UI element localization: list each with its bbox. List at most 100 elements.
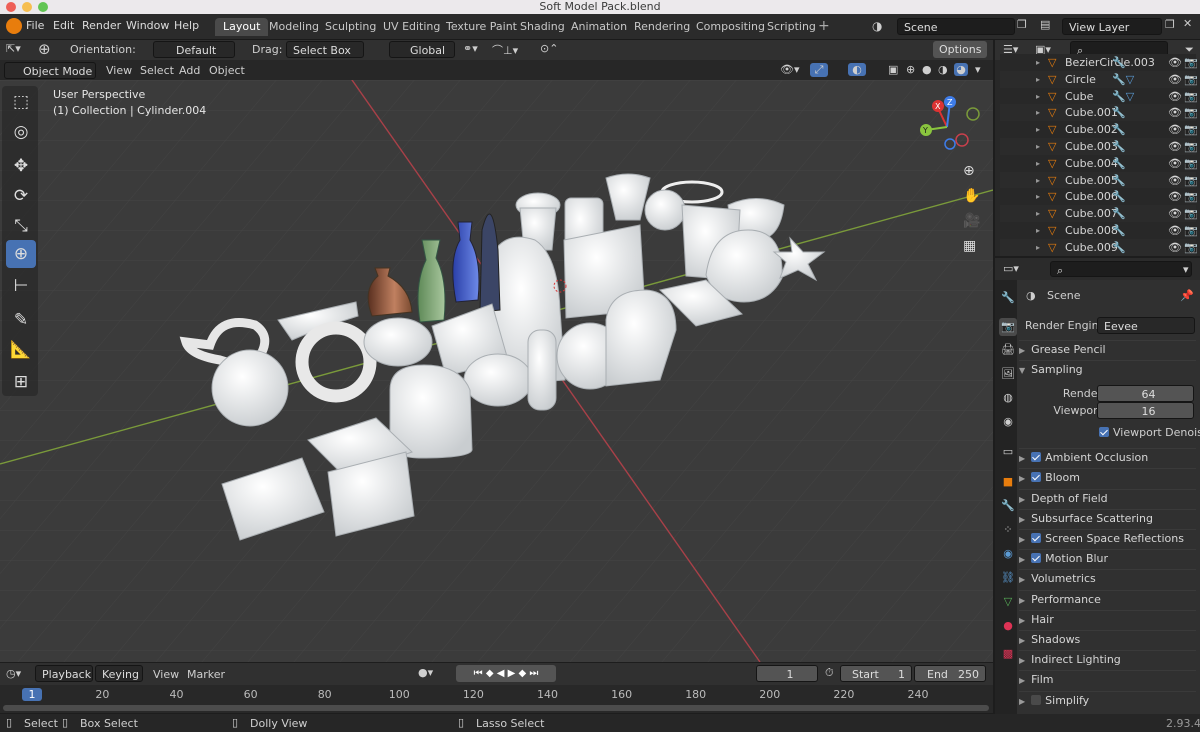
camera-icon[interactable]: 📷 [1184,222,1198,239]
eye-icon[interactable]: 👁 [1168,104,1182,121]
expand-icon[interactable]: ▶ [1019,616,1025,625]
measure-tool-icon[interactable]: 📐 [6,336,36,364]
timeline-scrollbar[interactable] [3,705,989,711]
view-layer-tab-icon[interactable]: 🖼 [999,365,1017,383]
eye-icon[interactable]: 👁 [1168,188,1182,205]
modifier-icon[interactable]: 🔧 [1112,54,1126,71]
menu-render[interactable]: Render [82,19,121,32]
expand-icon[interactable]: ▸ [1036,138,1040,155]
render-samples-field[interactable]: 64 [1097,385,1194,403]
expand-icon[interactable]: ▶ [1019,697,1025,706]
physics-tab-icon[interactable]: ◉ [999,545,1017,563]
transform-tool-icon[interactable]: ⊕ [6,240,36,268]
panel-checkbox[interactable] [1031,472,1042,483]
camera-icon[interactable]: 📷 [1184,104,1198,121]
expand-icon[interactable]: ▶ [1019,535,1025,544]
modifier-icon[interactable]: 🔧 [1112,222,1126,239]
modifier-icon[interactable]: 🔧▽ [1112,71,1134,88]
panel-checkbox[interactable] [1031,533,1042,543]
object-tab-icon[interactable]: ■ [999,473,1017,491]
eye-icon[interactable]: 👁 [1168,88,1182,105]
menu-object[interactable]: Object [209,64,245,77]
menu-edit[interactable]: Edit [53,19,74,32]
timeline-menu-view[interactable]: View [153,668,179,681]
measure-align-tool-icon[interactable]: ⊢ [6,272,36,300]
ortho-toggle-icon[interactable]: ▦ [963,238,976,254]
modifier-icon[interactable]: 🔧▽ [1112,88,1134,105]
current-frame-field[interactable]: 1 [756,665,818,682]
panel-motion-blur[interactable]: ▶ Motion Blur [1019,549,1196,569]
menu-select[interactable]: Select [140,64,174,77]
panel-screen-space-reflections[interactable]: ▶ Screen Space Reflections [1019,529,1196,549]
expand-icon[interactable]: ▸ [1036,104,1040,121]
camera-icon[interactable]: 📷 [1184,54,1198,71]
outliner-item[interactable]: ▸ ▽ BezierCircle.003 🔧 👁 📷 [1000,54,1198,71]
camera-view-icon[interactable]: 🎥 [963,213,980,229]
expand-icon[interactable]: ▸ [1036,239,1040,256]
modifier-icon[interactable]: 🔧 [1112,155,1126,172]
modifier-icon[interactable]: 🔧 [1112,239,1126,256]
playhead-frame[interactable]: 1 [22,688,42,701]
material-tab-icon[interactable]: ● [999,617,1017,635]
data-tab-icon[interactable]: ▽ [999,593,1017,611]
material-shading-icon[interactable]: ◑ [938,63,948,76]
select-box-tool-icon[interactable]: ⬚ [6,88,36,116]
expand-icon[interactable]: ▸ [1036,71,1040,88]
expand-icon[interactable]: ▶ [1019,495,1025,504]
world-tab-icon[interactable]: ◉ [999,413,1017,431]
camera-icon[interactable]: 📷 [1184,121,1198,138]
panel-hair[interactable]: ▶ Hair [1019,609,1196,630]
blender-logo-icon[interactable] [6,18,22,34]
render-tab-icon[interactable]: 📷 [999,318,1017,336]
menu-add[interactable]: Add [179,64,200,77]
panel-sampling[interactable]: ▼ Sampling [1019,360,1196,380]
transform-orientation-dropdown[interactable]: Global [389,41,455,58]
expand-icon[interactable]: ▶ [1019,454,1025,463]
viewport-3d[interactable]: User Perspective (1) Collection | Cylind… [0,80,993,662]
clock-icon[interactable]: ⏱ [825,666,834,680]
zoom-view-icon[interactable]: ⊕ [963,163,975,179]
panel-ambient-occlusion[interactable]: ▶ Ambient Occlusion [1019,448,1196,468]
expand-icon[interactable]: ▶ [1019,474,1025,483]
collapse-icon[interactable]: ▼ [1019,366,1025,375]
eye-icon[interactable]: 👁 [1168,172,1182,189]
solid-shading-icon[interactable]: ● [922,63,932,76]
properties-menu-icon[interactable]: ▾ [1183,263,1189,276]
expand-icon[interactable]: ▶ [1019,636,1025,645]
xray-icon[interactable]: ▣ [888,63,898,76]
camera-icon[interactable]: 📷 [1184,71,1198,88]
start-frame-field[interactable]: Start 1 [840,665,912,682]
panel-bloom[interactable]: ▶ Bloom [1019,468,1196,488]
panel-indirect-lighting[interactable]: ▶ Indirect Lighting [1019,650,1196,670]
expand-icon[interactable]: ▶ [1019,596,1025,605]
transform-tool-icon[interactable]: ⊕ [38,40,51,58]
render-engine-dropdown[interactable]: Eevee [1097,317,1195,334]
outliner-item[interactable]: ▸ ▽ Cube.006 🔧 👁 📷 [1000,188,1198,206]
camera-icon[interactable]: 📷 [1184,138,1198,155]
eye-icon[interactable]: 👁 [1168,222,1182,239]
camera-icon[interactable]: 📷 [1184,239,1198,256]
eye-icon[interactable]: 👁 [1168,205,1182,222]
menu-window[interactable]: Window [126,19,169,32]
view-layer-field[interactable]: View Layer [1062,18,1162,35]
panel-depth-of-field[interactable]: ▶ Depth of Field [1019,488,1196,509]
pin-icon[interactable]: 📌 [1180,289,1194,302]
eye-icon[interactable]: 👁 [1168,155,1182,172]
playback-controls[interactable]: ⏮ ◆ ◀ ▶ ◆ ⏭ [456,665,556,682]
rotate-tool-icon[interactable]: ⟳ [6,182,36,210]
modifier-icon[interactable]: 🔧 [1112,138,1126,155]
expand-icon[interactable]: ▸ [1036,88,1040,105]
output-tab-icon[interactable]: 🖨 [999,341,1017,359]
add-workspace-icon[interactable]: + [818,18,830,34]
add-cube-tool-icon[interactable]: ⊞ [6,368,36,396]
eye-icon[interactable]: 👁 [1168,121,1182,138]
options-dropdown[interactable]: Options [933,41,987,58]
timeline-ruler[interactable]: 1 20 40 60 80 100 120 140 160 180 200 220 240 [0,685,993,713]
viewport-denoising-checkbox[interactable]: Viewport Denois... [1099,426,1200,439]
rendered-shading-icon[interactable]: ◕ [954,63,968,76]
panel-simplify[interactable]: ▶ Simplify [1019,690,1196,711]
outliner-item[interactable]: ▸ ▽ Cube.008 🔧 👁 📷 [1000,222,1198,239]
wireframe-shading-icon[interactable]: ⊕ [906,63,915,76]
snap-icon[interactable]: ⌒⊥▾ [492,42,518,58]
outliner-item[interactable]: ▸ ▽ Cube.003 🔧 👁 📷 [1000,138,1198,155]
